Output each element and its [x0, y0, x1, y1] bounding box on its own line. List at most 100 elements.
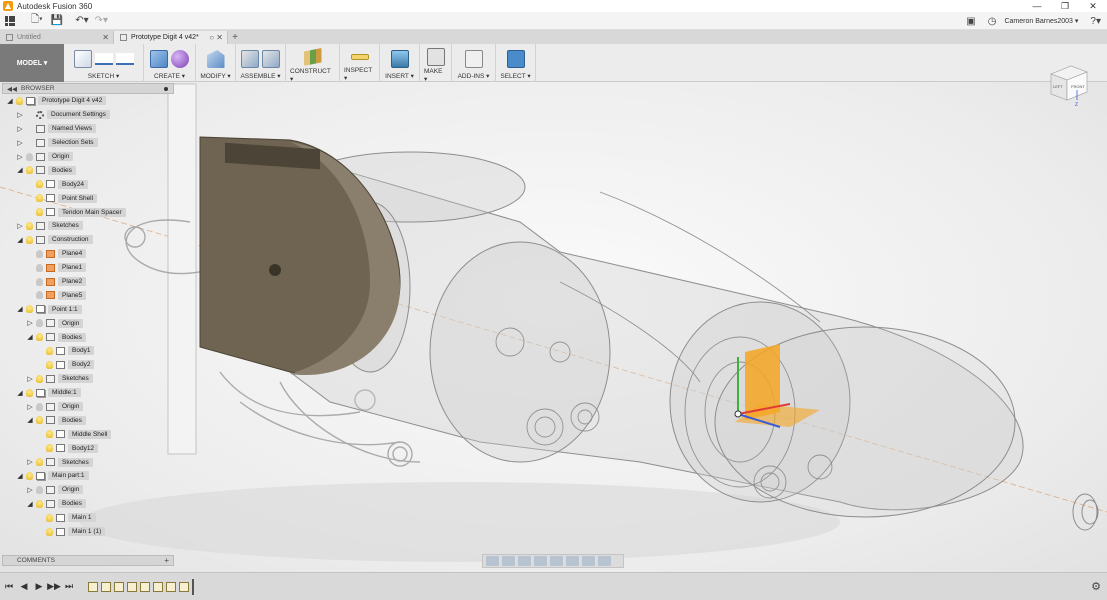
- browser-node[interactable]: Body2: [2, 358, 174, 372]
- form-icon[interactable]: [171, 50, 189, 68]
- expand-toggle-icon[interactable]: ◢: [16, 236, 24, 244]
- browser-node[interactable]: ▷ Document Settings: [2, 108, 174, 122]
- joint-icon[interactable]: [262, 50, 280, 68]
- offset-plane-icon[interactable]: [303, 48, 322, 66]
- new-component-icon[interactable]: [241, 50, 259, 68]
- visibility-bulb-icon[interactable]: [26, 235, 33, 244]
- minimize-button[interactable]: —: [1023, 0, 1051, 12]
- visibility-bulb-icon[interactable]: [46, 444, 53, 453]
- browser-node[interactable]: ◢ Prototype Digit 4 v42: [2, 94, 174, 108]
- expand-toggle-icon[interactable]: ◢: [6, 97, 14, 105]
- go-to-start-button[interactable]: ⏮: [3, 581, 15, 593]
- make-group[interactable]: MAKE ▾: [420, 44, 452, 83]
- select-menu[interactable]: SELECT ▾: [500, 72, 530, 80]
- visibility-bulb-icon[interactable]: [36, 458, 43, 467]
- browser-node[interactable]: Plane5: [2, 288, 174, 302]
- close-tab-icon[interactable]: ○ ✕: [209, 33, 223, 42]
- viewcube-left-label[interactable]: LEFT: [1053, 84, 1063, 89]
- scripts-addins-icon[interactable]: [464, 50, 483, 68]
- visibility-bulb-icon[interactable]: [26, 305, 33, 314]
- grid-settings-icon[interactable]: [582, 556, 595, 566]
- timeline-feature-icon[interactable]: [88, 581, 98, 592]
- browser-node[interactable]: ◢ Bodies: [2, 330, 174, 344]
- select-icon[interactable]: [506, 50, 525, 68]
- browser-node[interactable]: ▷ Origin: [2, 150, 174, 164]
- create-sketch-icon[interactable]: [73, 50, 92, 68]
- assemble-menu[interactable]: ASSEMBLE ▾: [240, 72, 280, 80]
- expand-toggle-icon[interactable]: ◢: [16, 166, 24, 174]
- visibility-bulb-icon[interactable]: [36, 402, 43, 411]
- go-to-end-button[interactable]: ⏭: [63, 581, 75, 593]
- new-tab-icon[interactable]: +: [228, 31, 242, 44]
- measure-icon[interactable]: [350, 53, 369, 60]
- addins-group[interactable]: ADD-INS ▾: [452, 44, 496, 82]
- browser-node[interactable]: ◢ Bodies: [2, 497, 174, 511]
- browser-node[interactable]: Middle Shell: [2, 427, 174, 441]
- tab-untitled[interactable]: Untitled ✕: [0, 31, 114, 44]
- display-settings-icon[interactable]: [566, 556, 579, 566]
- expand-toggle-icon[interactable]: ▷: [16, 125, 24, 133]
- visibility-bulb-icon[interactable]: [36, 416, 43, 425]
- visibility-bulb-icon[interactable]: [36, 208, 43, 217]
- visibility-bulb-icon[interactable]: [26, 166, 33, 175]
- visibility-bulb-icon[interactable]: [36, 180, 43, 189]
- step-back-button[interactable]: ◀: [18, 581, 30, 593]
- browser-pin-icon[interactable]: [164, 87, 168, 91]
- expand-toggle-icon[interactable]: ▷: [26, 403, 34, 411]
- modify-menu[interactable]: MODIFY ▾: [200, 72, 230, 80]
- maximize-button[interactable]: ❐: [1051, 0, 1079, 12]
- make-menu[interactable]: MAKE ▾: [424, 68, 447, 83]
- timeline-feature-icon[interactable]: [101, 581, 111, 592]
- save-icon[interactable]: 💾: [51, 13, 63, 29]
- select-group[interactable]: SELECT ▾: [496, 44, 536, 82]
- visibility-bulb-icon[interactable]: [46, 513, 53, 522]
- visibility-bulb-icon[interactable]: [46, 430, 53, 439]
- visibility-bulb-icon[interactable]: [26, 221, 33, 230]
- insert-menu[interactable]: INSERT ▾: [385, 72, 414, 80]
- expand-toggle-icon[interactable]: ◢: [26, 333, 34, 341]
- visibility-bulb-icon[interactable]: [16, 96, 23, 105]
- browser-node[interactable]: Point Shell: [2, 191, 174, 205]
- insert-image-icon[interactable]: [390, 50, 409, 68]
- rectangle-icon[interactable]: [115, 53, 134, 65]
- visibility-bulb-icon[interactable]: [46, 360, 53, 369]
- data-panel-grid-icon[interactable]: [5, 15, 15, 26]
- visibility-bulb-icon[interactable]: [36, 291, 43, 300]
- undo-icon[interactable]: ↶▾: [75, 13, 88, 29]
- browser-node[interactable]: ◢ Middle:1: [2, 386, 174, 400]
- timeline-feature-icon[interactable]: [153, 581, 163, 592]
- expand-toggle-icon[interactable]: ◢: [16, 305, 24, 313]
- comments-panel[interactable]: COMMENTS +: [2, 555, 174, 566]
- collapse-browser-icon[interactable]: ◀◀: [7, 85, 17, 93]
- timeline-settings-icon[interactable]: ⚙: [1091, 580, 1101, 593]
- expand-toggle-icon[interactable]: ◢: [16, 472, 24, 480]
- visibility-bulb-icon[interactable]: [26, 471, 33, 480]
- timeline-marker[interactable]: [192, 578, 194, 595]
- browser-node[interactable]: ▷ Origin: [2, 316, 174, 330]
- viewcube-front-label[interactable]: FRONT: [1071, 84, 1085, 89]
- visibility-bulb-icon[interactable]: [36, 194, 43, 203]
- browser-node[interactable]: ▷ Selection Sets: [2, 136, 174, 150]
- visibility-bulb-icon[interactable]: [26, 152, 33, 161]
- visibility-bulb-icon[interactable]: [46, 346, 53, 355]
- sketch-menu[interactable]: SKETCH ▾: [88, 72, 119, 80]
- visibility-bulb-icon[interactable]: [36, 374, 43, 383]
- browser-node[interactable]: Tendon Main Spacer: [2, 205, 174, 219]
- browser-node[interactable]: ▷ Named Views: [2, 122, 174, 136]
- browser-node[interactable]: ◢ Bodies: [2, 413, 174, 427]
- browser-node[interactable]: Body12: [2, 441, 174, 455]
- construct-menu[interactable]: CONSTRUCT ▾: [290, 68, 335, 83]
- create-menu[interactable]: CREATE ▾: [154, 72, 185, 80]
- close-button[interactable]: ✕: [1079, 0, 1107, 12]
- expand-toggle-icon[interactable]: ◢: [16, 389, 24, 397]
- addins-menu[interactable]: ADD-INS ▾: [458, 72, 490, 80]
- help-icon[interactable]: ?▾: [1090, 13, 1101, 29]
- browser-node[interactable]: ◢ Bodies: [2, 163, 174, 177]
- extrude-icon[interactable]: [150, 50, 168, 68]
- line-icon[interactable]: [94, 53, 113, 65]
- add-comment-icon[interactable]: +: [164, 556, 169, 566]
- modify-group[interactable]: MODIFY ▾: [196, 44, 236, 82]
- browser-node[interactable]: Body1: [2, 344, 174, 358]
- inspect-group[interactable]: INSPECT ▾: [340, 44, 380, 82]
- fit-icon[interactable]: [550, 556, 563, 566]
